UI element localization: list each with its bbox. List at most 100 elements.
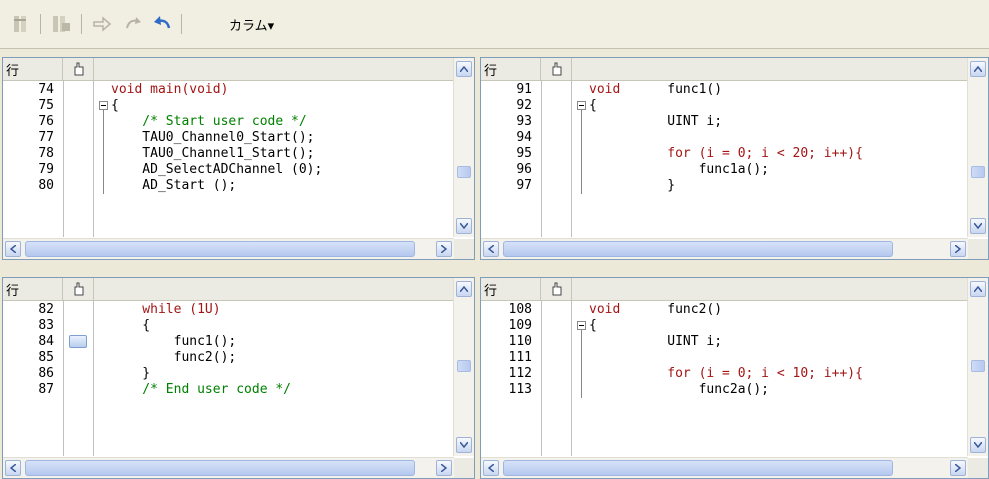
code-rows: 74 void main(void) 75 {76 /* Start user cod… [3,80,454,237]
code-line[interactable]: 93 UINT i; [481,114,968,130]
fold-collapse-icon[interactable] [577,101,586,110]
vertical-scroll-thumb[interactable] [971,360,985,372]
vertical-scrollbar[interactable] [967,278,988,456]
fold-guide-line [581,110,582,194]
scroll-left-icon[interactable] [5,460,21,476]
scroll-up-icon[interactable] [456,61,472,77]
vertical-scroll-thumb[interactable] [457,166,471,178]
code-text: AD_Start (); [111,178,236,194]
code-line[interactable]: 112 for (i = 0; i < 10; i++){ [481,366,968,382]
pointing-hand-icon[interactable] [541,278,572,300]
vertical-scrollbar[interactable] [967,58,988,237]
vertical-scrollbar[interactable] [453,58,474,237]
horizontal-scrollbar[interactable] [3,238,454,259]
code-line[interactable]: 80 AD_Start (); [3,178,454,194]
redo-arrow-icon[interactable] [122,12,146,36]
scroll-right-icon[interactable] [950,460,966,476]
scroll-down-icon[interactable] [456,437,472,453]
vertical-scroll-thumb[interactable] [457,360,471,372]
step-over-arrow-icon[interactable] [90,12,114,36]
scroll-up-icon[interactable] [970,61,986,77]
code-line[interactable]: 96 func1a(); [481,162,968,178]
line-column-header[interactable]: 行 [481,58,541,80]
line-number: 78 [38,146,54,161]
line-number: 97 [516,178,532,193]
line-number: 112 [508,366,532,381]
code-token: void [589,82,621,97]
code-text: while (1U) [111,302,221,318]
horizontal-scroll-thumb[interactable] [503,241,893,257]
code-line[interactable]: 86 } [3,366,454,382]
scroll-up-icon[interactable] [456,281,472,297]
breakpoint-marker-icon[interactable] [69,335,87,348]
line-number: 77 [38,130,54,145]
source-pane-func1: 行 91 void func1() 92{93 UINT i; 94 95 for (i… [480,57,989,260]
vertical-scroll-thumb[interactable] [971,166,985,178]
scroll-down-icon[interactable] [970,437,986,453]
pointing-hand-icon[interactable] [63,278,94,300]
line-number: 111 [508,350,532,365]
code-line[interactable]: 79 AD_SelectADChannel (0); [3,162,454,178]
code-line[interactable]: 94 [481,130,968,146]
code-line[interactable]: 95 for (i = 0; i < 20; i++){ [481,146,968,162]
go-to-call-stack-icon[interactable] [10,12,34,36]
code-token: for (i = 0; i < 20; i++){ [589,146,863,161]
scroll-right-icon[interactable] [950,241,966,257]
code-line[interactable]: 110 UINT i; [481,334,968,350]
code-line[interactable]: 92 { [481,98,968,114]
scroll-down-icon[interactable] [970,218,986,234]
fold-collapse-icon[interactable] [577,321,586,330]
code-line[interactable]: 85 func2(); [3,350,454,366]
pointing-hand-icon[interactable] [541,58,572,80]
code-token: while (1U) [111,302,221,317]
code-line[interactable]: 83 { [3,318,454,334]
code-token: } [589,178,676,193]
horizontal-scroll-thumb[interactable] [25,460,415,476]
scroll-left-icon[interactable] [483,241,499,257]
line-column-header[interactable]: 行 [3,278,63,300]
code-line[interactable]: 109 { [481,318,968,334]
scroll-down-icon[interactable] [456,218,472,234]
scroll-up-icon[interactable] [970,281,986,297]
code-text: for (i = 0; i < 10; i++){ [589,366,863,382]
horizontal-scrollbar[interactable] [3,457,454,478]
undo-arrow-icon[interactable] [150,12,174,36]
code-text: void func1() [589,82,722,98]
line-number: 93 [516,114,532,129]
column-menu-button[interactable]: カラム▾ [229,13,274,35]
line-column-header[interactable]: 行 [481,278,541,300]
line-column-header[interactable]: 行 [3,58,63,80]
vertical-scrollbar[interactable] [453,278,474,456]
code-line[interactable]: 77 TAU0_Channel0_Start(); [3,130,454,146]
code-line[interactable]: 97 } [481,178,968,194]
line-number: 79 [38,162,54,177]
line-number: 84 [38,334,54,349]
scroll-right-icon[interactable] [436,241,452,257]
code-token: func1(); [111,334,237,349]
horizontal-scroll-thumb[interactable] [25,241,415,257]
code-line[interactable]: 75 { [3,98,454,114]
horizontal-scrollbar[interactable] [481,238,968,259]
code-line[interactable]: 74 void main(void) [3,82,454,98]
code-line[interactable]: 87 /* End user code */ [3,382,454,398]
code-line[interactable]: 91 void func1() [481,82,968,98]
horizontal-scroll-thumb[interactable] [503,460,893,476]
source-pane-loop: 行 82 while (1U) 83 {84 func1(); 85 func2()… [2,277,475,479]
horizontal-scrollbar[interactable] [481,457,968,478]
code-token: UINT i; [589,114,723,129]
code-line[interactable]: 111 [481,350,968,366]
code-line[interactable]: 84 func1(); [3,334,454,350]
line-number: 85 [38,350,54,365]
pointing-hand-icon[interactable] [63,58,94,80]
scroll-left-icon[interactable] [483,460,499,476]
scroll-right-icon[interactable] [436,460,452,476]
code-token: UINT i; [589,334,723,349]
fold-collapse-icon[interactable] [99,101,108,110]
go-to-current-icon[interactable] [49,12,73,36]
code-line[interactable]: 76 /* Start user code */ [3,114,454,130]
code-line[interactable]: 82 while (1U) [3,302,454,318]
scroll-left-icon[interactable] [5,241,21,257]
code-line[interactable]: 78 TAU0_Channel1_Start(); [3,146,454,162]
code-line[interactable]: 113 func2a(); [481,382,968,398]
code-line[interactable]: 108 void func2() [481,302,968,318]
